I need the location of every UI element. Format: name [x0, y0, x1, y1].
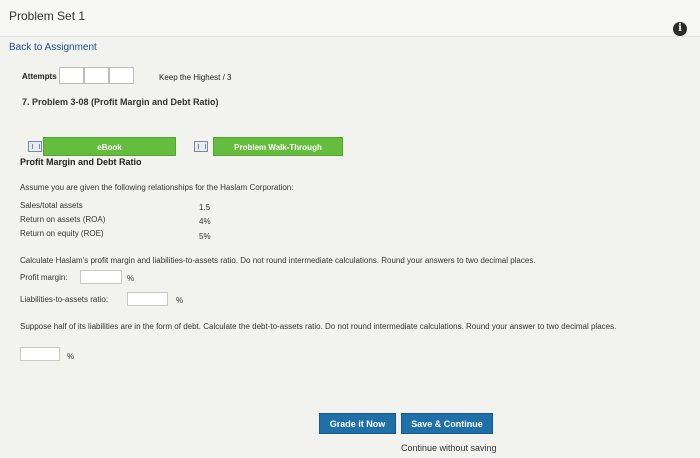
- attempt-box-2: [84, 67, 109, 84]
- walkthrough-icon: [194, 141, 208, 152]
- attempt-box-1: [59, 67, 84, 84]
- relationship-label-roe: Return on equity (ROE): [20, 229, 104, 238]
- continue-without-saving-link[interactable]: Continue without saving: [401, 443, 497, 453]
- top-bar: Problem Set 1 i: [0, 0, 700, 37]
- profit-margin-label: Profit margin:: [20, 273, 68, 282]
- liabilities-assets-input[interactable]: [127, 292, 168, 306]
- relationship-label-roa: Return on assets (ROA): [20, 215, 106, 224]
- attempts-label: Attempts: [22, 72, 57, 81]
- profit-margin-input[interactable]: [80, 270, 122, 284]
- back-to-assignment-link[interactable]: Back to Assignment: [9, 42, 97, 53]
- page-title: Problem Set 1: [9, 9, 86, 23]
- profit-margin-unit: %: [127, 274, 135, 283]
- ebook-icon: [28, 141, 42, 152]
- grade-it-now-button[interactable]: Grade it Now: [319, 413, 396, 434]
- relationship-value-sales-assets: 1.5: [199, 203, 211, 212]
- relationship-value-roa: 4%: [199, 217, 211, 226]
- attempt-box-3: [109, 67, 134, 84]
- info-icon[interactable]: i: [673, 22, 687, 36]
- liabilities-assets-unit: %: [176, 296, 184, 305]
- intro-text: Assume you are given the following relat…: [20, 183, 294, 192]
- debt-assets-input[interactable]: [20, 347, 60, 361]
- question-one-text: Calculate Haslam's profit margin and lia…: [20, 256, 536, 265]
- relationship-label-sales-assets: Sales/total assets: [20, 201, 83, 210]
- save-continue-button[interactable]: Save & Continue: [401, 413, 493, 434]
- debt-assets-unit: %: [67, 352, 75, 361]
- problem-title: 7. Problem 3-08 (Profit Margin and Debt …: [22, 97, 219, 107]
- section-title: Profit Margin and Debt Ratio: [20, 157, 142, 167]
- ebook-button[interactable]: eBook: [43, 137, 176, 156]
- problem-walkthrough-button[interactable]: Problem Walk-Through: [213, 137, 343, 156]
- question-two-text: Suppose half of its liabilities are in t…: [20, 322, 617, 331]
- liabilities-assets-label: Liabilities-to-assets ratio:: [20, 295, 109, 304]
- relationship-value-roe: 5%: [199, 232, 211, 241]
- keep-highest-label: Keep the Highest / 3: [159, 73, 232, 82]
